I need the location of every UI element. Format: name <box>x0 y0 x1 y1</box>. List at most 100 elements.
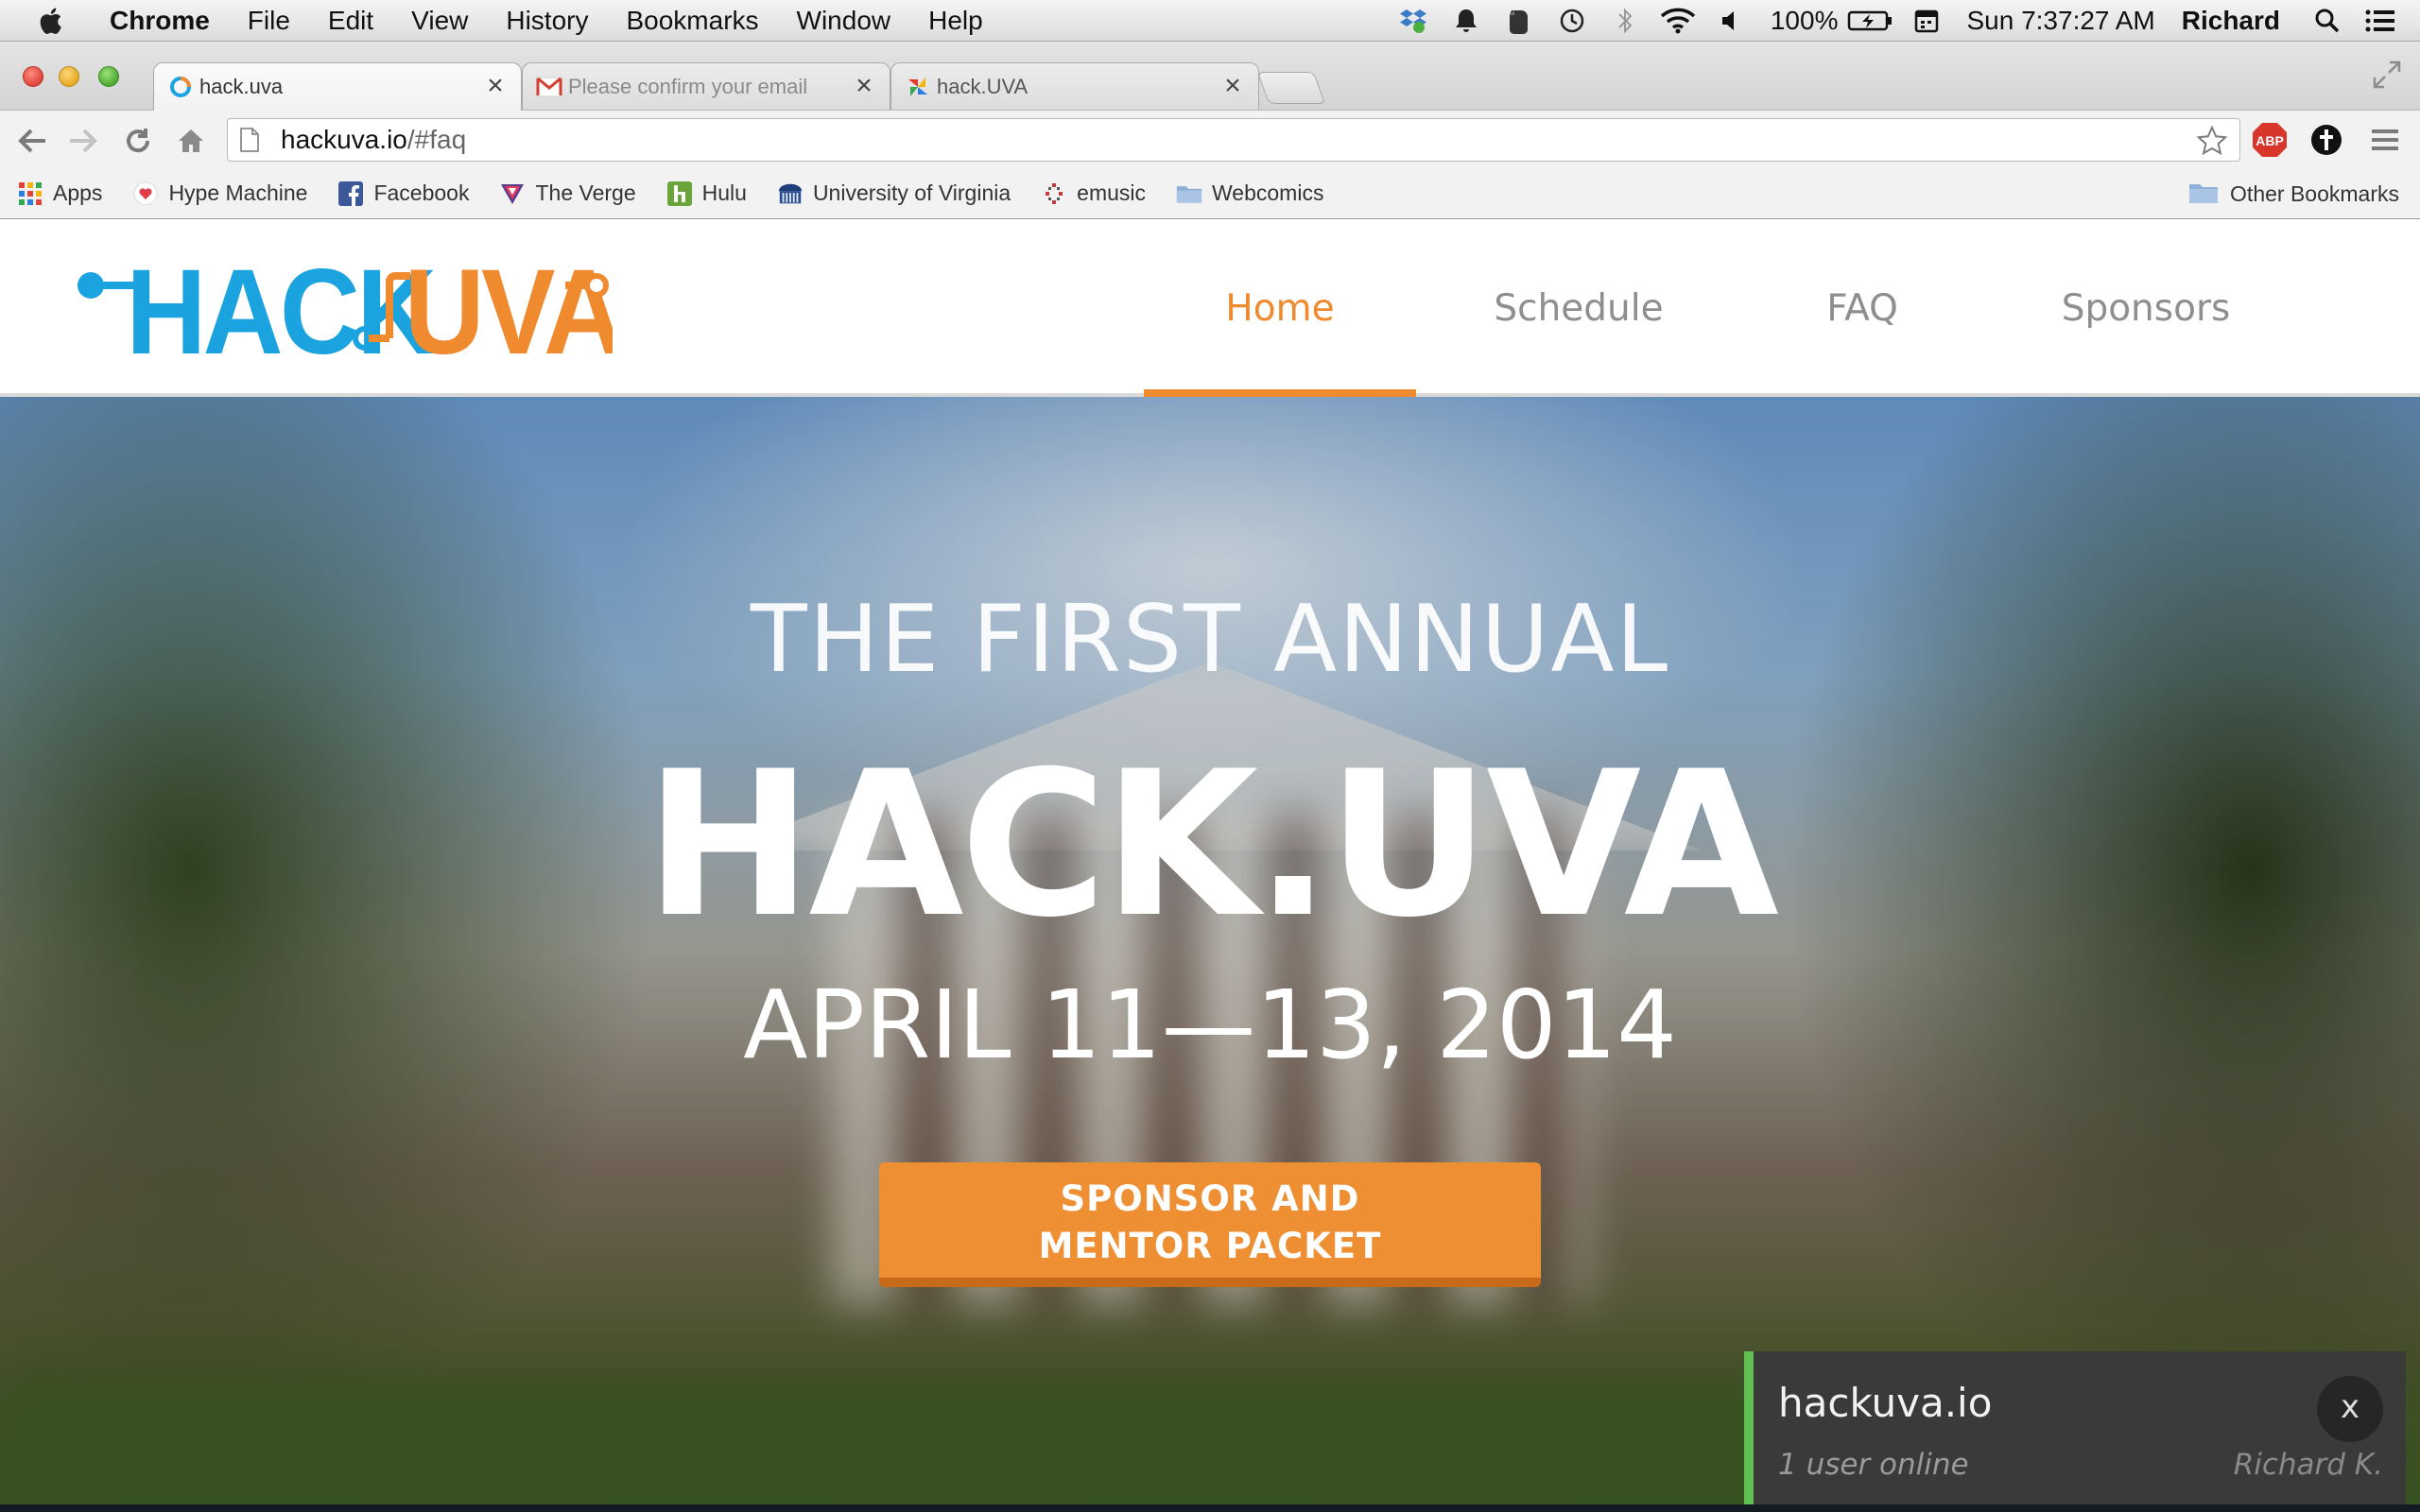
bookmark-label: University of Virginia <box>812 180 1011 205</box>
back-icon[interactable] <box>13 122 51 160</box>
gmail-icon <box>536 74 562 100</box>
bookmark-university-of-virginia[interactable]: University of Virginia <box>777 180 1011 207</box>
menu-bookmarks[interactable]: Bookmarks <box>607 0 777 42</box>
hero-banner: THE FIRST ANNUAL HACK.UVA APRIL 11—13, 2… <box>0 397 2420 1504</box>
tab-hackuva-2[interactable]: hack.UVA × <box>890 62 1259 110</box>
bluetooth-icon[interactable] <box>1604 0 1646 42</box>
bookmark-emusic[interactable]: emusic <box>1041 180 1146 207</box>
hackuva-logo[interactable]: HACK UVA <box>74 248 613 365</box>
bookmark-apps[interactable]: Apps <box>17 180 102 207</box>
macos-menu-bar: Chrome File Edit View History Bookmarks … <box>0 0 2420 42</box>
apps-grid-icon <box>17 180 43 207</box>
other-bookmarks[interactable]: Other Bookmarks <box>2188 168 2399 219</box>
nav-schedule[interactable]: Schedule <box>1456 219 1702 397</box>
apple-menu-icon[interactable] <box>36 5 68 37</box>
fantastical-calendar-icon[interactable] <box>1906 0 1947 42</box>
fullscreen-icon[interactable] <box>2371 59 2403 91</box>
reload-icon[interactable] <box>119 122 157 160</box>
chrome-menu-icon[interactable] <box>2365 120 2405 160</box>
chat-title: hackuva.io <box>1778 1380 1993 1426</box>
menu-file[interactable]: File <box>229 0 309 42</box>
bookmark-label: Apps <box>53 180 103 205</box>
tab-title: hack.uva <box>199 75 284 98</box>
tab-close-icon[interactable]: × <box>852 71 876 99</box>
nav-active-indicator <box>1144 389 1416 397</box>
hero-subtitle: THE FIRST ANNUAL <box>750 586 1670 694</box>
bookmarks-bar: Apps Hype Machine Facebook The Verge Hul… <box>0 168 2420 219</box>
chat-close-button[interactable]: x <box>2317 1376 2383 1442</box>
evernote-icon[interactable] <box>1498 0 1540 42</box>
menu-view[interactable]: View <box>392 0 487 42</box>
tab-strip: hack.uva × Please confirm your email × h… <box>0 42 2420 111</box>
other-bookmarks-label: Other Bookmarks <box>2230 180 2399 206</box>
tab-gmail[interactable]: Please confirm your email × <box>522 62 890 110</box>
svg-text:ABP: ABP <box>2256 133 2284 148</box>
adblock-plus-icon[interactable]: ABP <box>2250 120 2290 160</box>
battery-percent[interactable]: 100% <box>1757 6 1852 36</box>
hackuva-ring-icon <box>167 74 194 100</box>
time-machine-icon[interactable] <box>1551 0 1593 42</box>
hero-title: HACK.UVA <box>645 728 1779 961</box>
bookmark-label: The Verge <box>535 180 636 205</box>
page-icon <box>240 128 259 152</box>
menu-help[interactable]: Help <box>909 0 1002 42</box>
window-minimize-button[interactable] <box>59 66 79 87</box>
chat-users-online: 1 user online <box>1778 1448 1969 1482</box>
menu-app-chrome[interactable]: Chrome <box>100 0 229 42</box>
tab-title: hack.UVA <box>937 74 1028 98</box>
page-bottom-edge <box>0 1504 2420 1512</box>
folder-icon <box>1176 180 1202 207</box>
spotlight-search-icon[interactable] <box>2307 0 2348 42</box>
facebook-icon <box>337 180 364 207</box>
chat-widget[interactable]: hackuva.io 1 user online Richard K. x <box>1744 1351 2406 1504</box>
bookmark-hulu[interactable]: Hulu <box>666 180 747 207</box>
menu-history[interactable]: History <box>487 0 607 42</box>
tab-close-icon[interactable]: × <box>483 72 508 100</box>
window-close-button[interactable] <box>23 66 43 87</box>
bookmark-webcomics[interactable]: Webcomics <box>1176 180 1323 207</box>
extension-ghost-icon[interactable] <box>2307 120 2346 160</box>
notification-center-icon[interactable] <box>2360 0 2401 42</box>
bookmark-star-icon[interactable] <box>2196 125 2228 157</box>
notification-bell-icon[interactable] <box>1445 0 1487 42</box>
bookmark-facebook[interactable]: Facebook <box>337 180 469 207</box>
new-tab-button[interactable] <box>1256 72 1326 104</box>
folder-icon <box>2188 180 2221 207</box>
bookmark-label: Hulu <box>701 180 747 205</box>
pinwheel-icon <box>905 74 931 100</box>
address-bar[interactable]: hackuva.io/#faq <box>227 118 2240 162</box>
menubar-clock[interactable]: Sun 7:37:27 AM <box>1953 6 2168 36</box>
bookmark-label: emusic <box>1077 180 1147 205</box>
site-header: HACK UVA Home Schedule FAQ Sponsors <box>0 219 2420 397</box>
bookmark-label: Webcomics <box>1212 180 1324 205</box>
sponsor-mentor-packet-button[interactable]: SPONSOR AND MENTOR PACKET <box>879 1162 1541 1287</box>
wifi-icon[interactable] <box>1657 0 1699 42</box>
bookmark-label: Facebook <box>373 180 470 205</box>
home-icon[interactable] <box>172 122 210 160</box>
tab-close-icon[interactable]: × <box>1220 71 1245 99</box>
hype-machine-icon <box>132 180 159 207</box>
nav-faq[interactable]: FAQ <box>1768 219 1957 397</box>
menubar-user[interactable]: Richard <box>2169 6 2301 36</box>
verge-icon <box>499 180 526 207</box>
cta-line-2: MENTOR PACKET <box>1038 1226 1382 1266</box>
bookmark-hype-machine[interactable]: Hype Machine <box>132 180 307 207</box>
hulu-icon <box>666 180 693 207</box>
menu-window[interactable]: Window <box>778 0 910 42</box>
bookmark-label: Hype Machine <box>168 180 308 205</box>
nav-home[interactable]: Home <box>1144 219 1416 397</box>
nav-sponsors[interactable]: Sponsors <box>2023 219 2269 397</box>
menu-extras: 100% Sun 7:37:27 AM Richard <box>1387 0 2420 42</box>
tab-title: Please confirm your email <box>568 74 808 98</box>
menu-edit[interactable]: Edit <box>309 0 392 42</box>
bookmark-the-verge[interactable]: The Verge <box>499 180 636 207</box>
chat-user-name: Richard K. <box>2233 1448 2383 1482</box>
tab-hackuva[interactable]: hack.uva × <box>153 62 522 111</box>
dropbox-icon[interactable] <box>1392 0 1434 42</box>
forward-icon[interactable] <box>64 122 102 160</box>
volume-icon[interactable] <box>1710 0 1752 42</box>
emusic-icon <box>1041 180 1067 207</box>
battery-charging-icon[interactable] <box>1845 0 1894 42</box>
url-host: hackuva.io <box>281 125 407 154</box>
window-zoom-button[interactable] <box>98 66 119 87</box>
